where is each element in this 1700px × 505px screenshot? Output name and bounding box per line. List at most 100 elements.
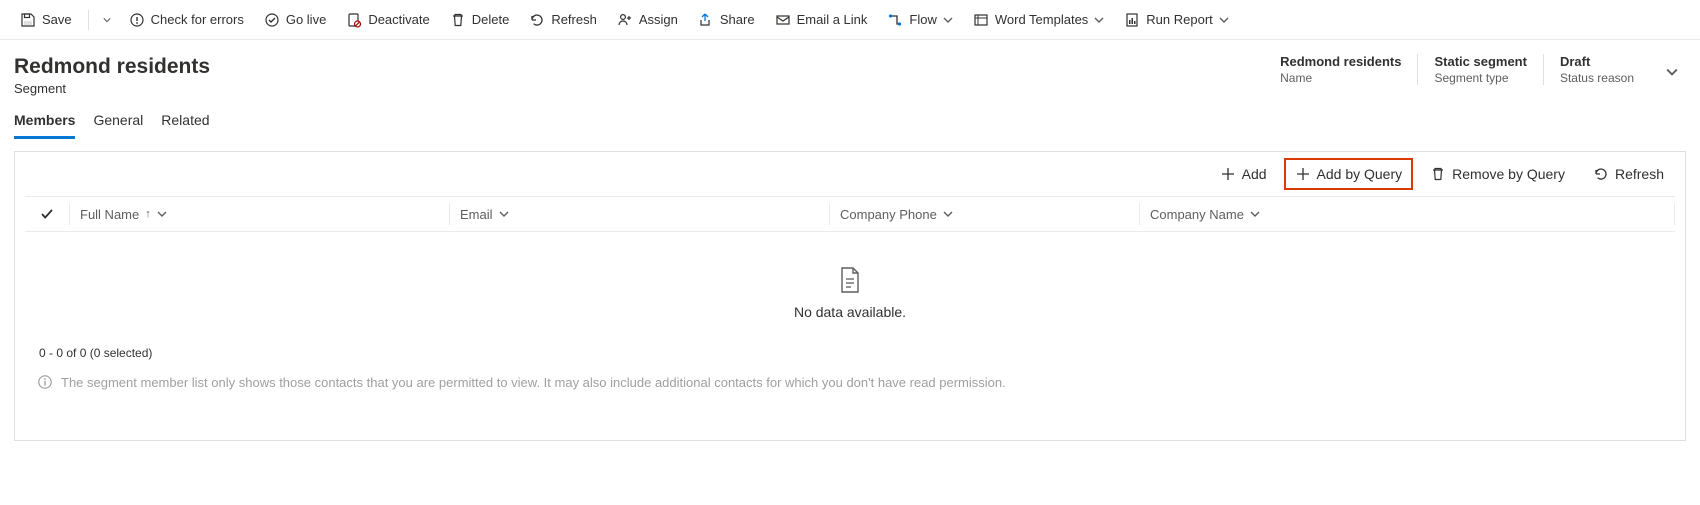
add-by-query-label: Add by Query xyxy=(1317,166,1403,182)
flow-icon xyxy=(887,12,903,28)
info-note-text: The segment member list only shows those… xyxy=(61,375,1006,390)
go-live-button[interactable]: Go live xyxy=(256,4,334,36)
save-dropdown[interactable] xyxy=(97,4,117,36)
checkmark-icon xyxy=(40,207,54,221)
email-link-label: Email a Link xyxy=(797,12,868,27)
chevron-down-icon xyxy=(1219,15,1229,25)
header-expand-button[interactable] xyxy=(1658,58,1686,86)
trash-icon xyxy=(450,12,466,28)
header-field-label: Segment type xyxy=(1434,71,1526,85)
info-note: The segment member list only shows those… xyxy=(15,366,1685,394)
assign-button[interactable]: Assign xyxy=(609,4,686,36)
empty-message: No data available. xyxy=(794,304,906,320)
grid-header-row: Full Name ↑ Email Company Phone Company … xyxy=(25,196,1675,232)
run-report-label: Run Report xyxy=(1146,12,1212,27)
save-icon xyxy=(20,12,36,28)
header-field-segment-type[interactable]: Static segment Segment type xyxy=(1417,54,1542,85)
email-link-button[interactable]: Email a Link xyxy=(767,4,876,36)
header-field-label: Status reason xyxy=(1560,71,1634,85)
chevron-down-icon xyxy=(499,209,509,219)
delete-label: Delete xyxy=(472,12,510,27)
divider xyxy=(88,10,89,30)
check-errors-label: Check for errors xyxy=(151,12,244,27)
subgrid-refresh-button[interactable]: Refresh xyxy=(1582,158,1675,190)
chevron-down-icon xyxy=(1094,15,1104,25)
select-all-checkbox[interactable] xyxy=(25,207,69,221)
chevron-down-icon xyxy=(157,209,167,219)
page-title-block: Redmond residents Segment xyxy=(14,54,210,96)
members-panel: Add Add by Query Remove by Query Refresh xyxy=(14,151,1686,441)
deactivate-label: Deactivate xyxy=(368,12,429,27)
assign-icon xyxy=(617,12,633,28)
share-icon xyxy=(698,12,714,28)
add-button[interactable]: Add xyxy=(1209,158,1278,190)
column-company-name[interactable]: Company Name xyxy=(1139,203,1675,225)
run-report-button[interactable]: Run Report xyxy=(1116,4,1236,36)
checkmark-circle-icon xyxy=(264,12,280,28)
column-label: Email xyxy=(460,207,493,222)
assign-label: Assign xyxy=(639,12,678,27)
word-icon xyxy=(973,12,989,28)
chevron-down-icon xyxy=(103,15,111,25)
tab-related[interactable]: Related xyxy=(161,106,209,139)
report-icon xyxy=(1124,12,1140,28)
plus-icon xyxy=(1220,166,1236,182)
deactivate-icon xyxy=(346,12,362,28)
refresh-button[interactable]: Refresh xyxy=(521,4,605,36)
refresh-icon xyxy=(529,12,545,28)
tab-members[interactable]: Members xyxy=(14,106,75,139)
check-errors-button[interactable]: Check for errors xyxy=(121,4,252,36)
document-icon xyxy=(838,266,862,294)
subgrid-refresh-label: Refresh xyxy=(1615,166,1664,182)
flow-button[interactable]: Flow xyxy=(879,4,960,36)
page-title: Redmond residents xyxy=(14,54,210,79)
save-button[interactable]: Save xyxy=(12,4,80,36)
flow-label: Flow xyxy=(909,12,936,27)
mail-icon xyxy=(775,12,791,28)
page-header: Redmond residents Segment Redmond reside… xyxy=(0,40,1700,102)
tab-bar: Members General Related xyxy=(0,102,1700,139)
header-field-value: Draft xyxy=(1560,54,1634,69)
refresh-icon xyxy=(1593,166,1609,182)
info-icon xyxy=(129,12,145,28)
column-label: Company Name xyxy=(1150,207,1244,222)
chevron-down-icon xyxy=(1666,66,1678,78)
column-label: Company Phone xyxy=(840,207,937,222)
pager-status: 0 - 0 of 0 (0 selected) xyxy=(15,336,1685,366)
empty-state: No data available. xyxy=(15,232,1685,336)
column-full-name[interactable]: Full Name ↑ xyxy=(69,203,449,225)
remove-by-query-button[interactable]: Remove by Query xyxy=(1419,158,1576,190)
subgrid-command-bar: Add Add by Query Remove by Query Refresh xyxy=(15,152,1685,196)
command-bar: Save Check for errors Go live Deactivate… xyxy=(0,0,1700,40)
chevron-down-icon xyxy=(943,209,953,219)
header-field-status[interactable]: Draft Status reason xyxy=(1543,54,1650,85)
chevron-down-icon xyxy=(943,15,953,25)
info-icon xyxy=(37,374,53,390)
chevron-down-icon xyxy=(1250,209,1260,219)
trash-icon xyxy=(1430,166,1446,182)
word-templates-label: Word Templates xyxy=(995,12,1088,27)
refresh-label: Refresh xyxy=(551,12,597,27)
column-company-phone[interactable]: Company Phone xyxy=(829,203,1139,225)
share-button[interactable]: Share xyxy=(690,4,763,36)
sort-asc-icon: ↑ xyxy=(145,208,151,220)
header-field-name[interactable]: Redmond residents Name xyxy=(1264,54,1417,85)
header-fields: Redmond residents Name Static segment Se… xyxy=(1264,54,1650,85)
add-label: Add xyxy=(1242,166,1267,182)
delete-button[interactable]: Delete xyxy=(442,4,518,36)
header-field-value: Static segment xyxy=(1434,54,1526,69)
deactivate-button[interactable]: Deactivate xyxy=(338,4,437,36)
add-by-query-button[interactable]: Add by Query xyxy=(1284,158,1414,190)
header-field-label: Name xyxy=(1280,71,1401,85)
page-subtitle: Segment xyxy=(14,81,210,96)
tab-general[interactable]: General xyxy=(93,106,143,139)
column-label: Full Name xyxy=(80,207,139,222)
plus-icon xyxy=(1295,166,1311,182)
header-field-value: Redmond residents xyxy=(1280,54,1401,69)
share-label: Share xyxy=(720,12,755,27)
save-label: Save xyxy=(42,12,72,27)
go-live-label: Go live xyxy=(286,12,326,27)
word-templates-button[interactable]: Word Templates xyxy=(965,4,1112,36)
column-email[interactable]: Email xyxy=(449,203,829,225)
remove-by-query-label: Remove by Query xyxy=(1452,166,1565,182)
